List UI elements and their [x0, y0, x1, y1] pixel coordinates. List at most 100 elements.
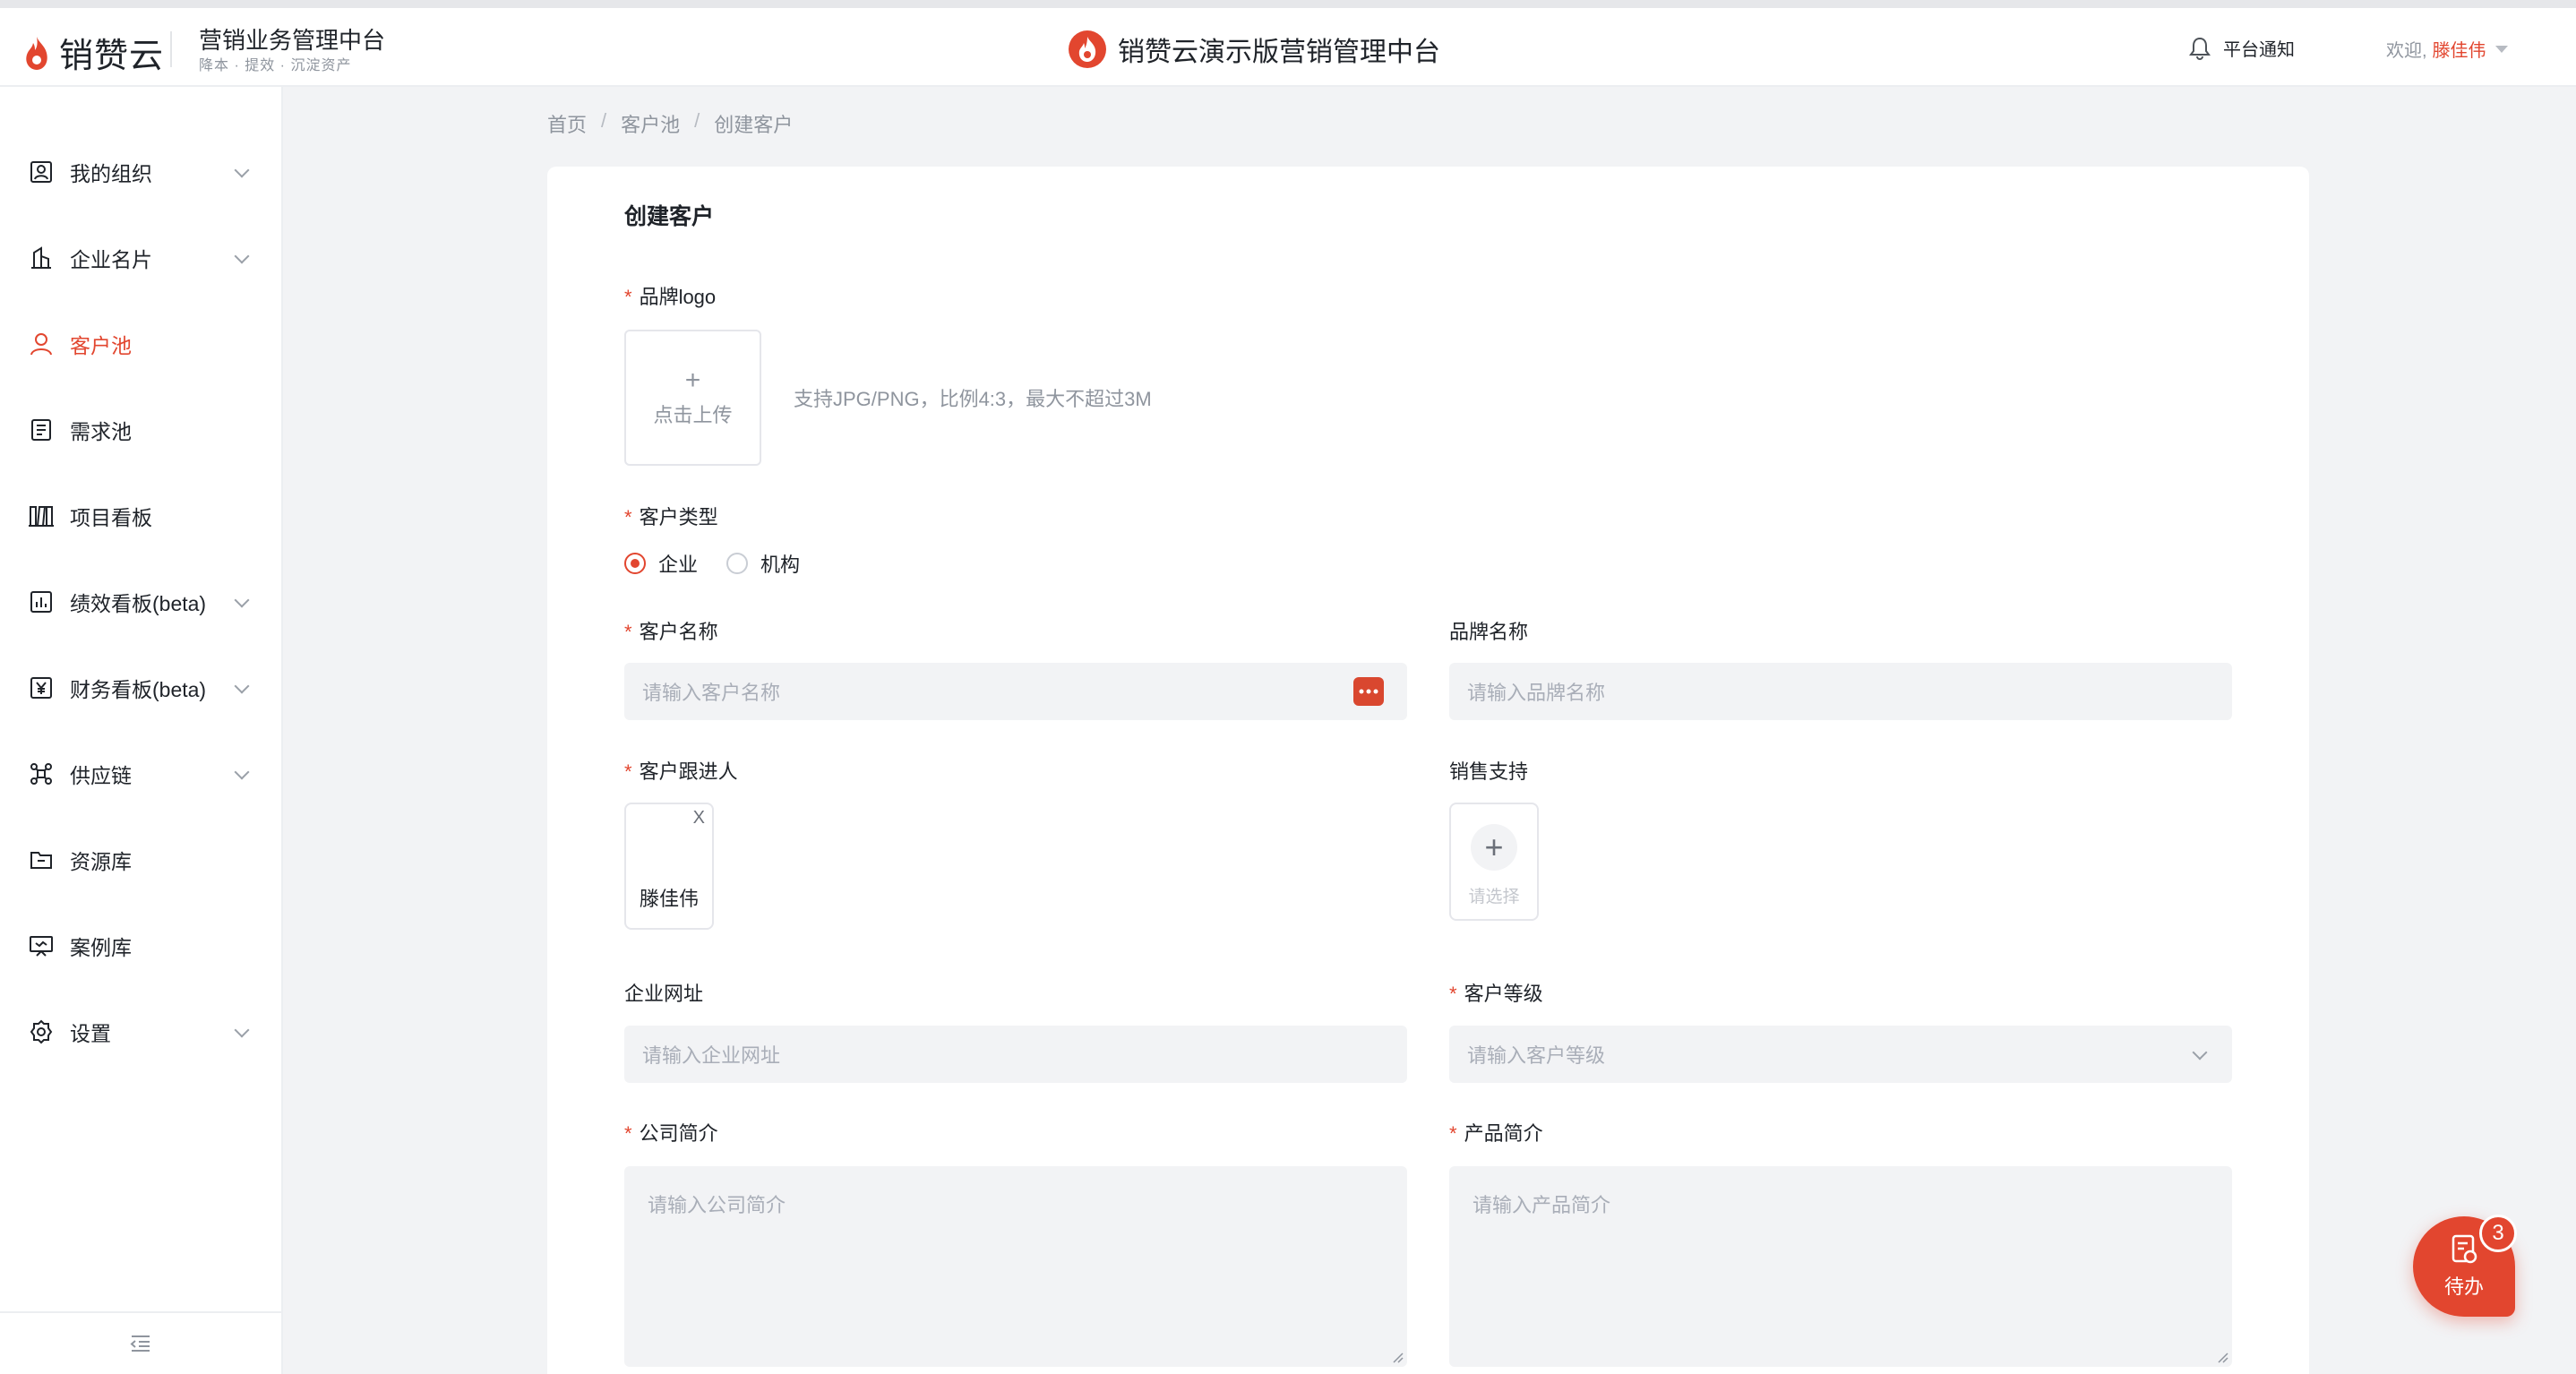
welcome-label: 欢迎,: [2386, 41, 2427, 61]
resize-handle-icon[interactable]: [1391, 1351, 1404, 1363]
required-mark: *: [624, 760, 632, 783]
upload-text: 点击上传: [653, 404, 733, 426]
required-mark: *: [624, 506, 632, 528]
sidebar-item-label: 企业名片: [70, 248, 152, 271]
brand-name-label: 品牌名称: [1449, 616, 1528, 645]
breadcrumb-customer-pool[interactable]: 客户池: [621, 109, 680, 138]
sidebar-item-label: 绩效看板(beta): [70, 592, 207, 615]
radio-institution[interactable]: 机构: [726, 549, 800, 578]
placeholder: 请输入公司简介: [648, 1194, 786, 1216]
sidebar-item-case-library[interactable]: 案例库: [0, 919, 281, 973]
radio-label: 机构: [760, 554, 801, 576]
todo-label: 待办: [2443, 1275, 2484, 1298]
label-text: 客户类型: [639, 506, 718, 528]
brand-name-input[interactable]: 请输入品牌名称: [1449, 663, 2232, 720]
radio-enterprise[interactable]: 企业: [624, 549, 698, 578]
todo-float-button[interactable]: 待办 3: [2413, 1215, 2517, 1317]
sidebar-item-label: 客户池: [70, 334, 132, 357]
sidebar-item-performance-board[interactable]: 绩效看板(beta): [0, 575, 281, 629]
website-input[interactable]: 请输入企业网址: [624, 1026, 1407, 1083]
customer-level-select[interactable]: 请输入客户等级: [1449, 1026, 2232, 1083]
building-icon: [27, 244, 56, 272]
chart-icon: [27, 588, 56, 616]
sidebar-item-customer-pool[interactable]: 客户池: [0, 317, 281, 371]
todo-icon: [2451, 1234, 2477, 1264]
flame-logo-icon: [26, 36, 47, 70]
label-text: 品牌logo: [639, 286, 717, 308]
breadcrumb-current: 创建客户: [714, 114, 794, 136]
caret-down-icon: [2494, 45, 2508, 53]
chevron-down-icon: [2192, 1044, 2208, 1061]
platform-notice-button[interactable]: 平台通知: [2189, 35, 2295, 61]
notice-label: 平台通知: [2223, 40, 2295, 60]
customer-name-input[interactable]: 请输入客户名称: [624, 663, 1407, 720]
label-text: 客户等级: [1464, 983, 1543, 1005]
required-mark: *: [624, 286, 632, 308]
presentation-icon: [27, 932, 56, 960]
required-mark: *: [1449, 983, 1457, 1005]
sidebar-item-org[interactable]: 我的组织: [0, 145, 281, 199]
system-title: 营销业务管理中台: [199, 27, 386, 54]
label-text: 公司简介: [639, 1122, 718, 1145]
sidebar-item-demand-pool[interactable]: 需求池: [0, 403, 281, 457]
plus-icon: +: [1471, 824, 1517, 871]
breadcrumb: 首页 / 客户池 / 创建客户: [547, 109, 793, 138]
radio-label: 企业: [658, 554, 699, 576]
label-text: 客户跟进人: [639, 760, 738, 783]
website-label: 企业网址: [624, 978, 703, 1007]
gear-icon: [27, 1018, 56, 1046]
collapse-icon: [130, 1335, 150, 1352]
sidebar-item-company-card[interactable]: 企业名片: [0, 231, 281, 285]
label-text: 产品简介: [1464, 1122, 1543, 1145]
chevron-down-icon: [234, 592, 250, 608]
logo-text: 销赞云: [59, 38, 165, 75]
follower-name: 滕佳伟: [639, 888, 699, 910]
sidebar-item-supply-chain[interactable]: 供应链: [0, 747, 281, 801]
sidebar-item-label: 资源库: [70, 850, 132, 873]
user-icon: [27, 330, 56, 358]
logo-upload-button[interactable]: + 点击上传: [624, 330, 761, 466]
product-intro-textarea[interactable]: 请输入产品简介: [1449, 1166, 2232, 1367]
required-mark: *: [1449, 1122, 1457, 1145]
customer-type-label: * 客户类型: [624, 502, 718, 530]
sidebar-item-label: 设置: [70, 1022, 111, 1045]
sales-support-select-button[interactable]: + 请选择: [1449, 803, 1539, 921]
user-menu[interactable]: 欢迎, 滕佳伟: [2386, 36, 2508, 62]
chevron-down-icon: [234, 1022, 250, 1038]
customer-type-radio-group: 企业 机构: [624, 549, 829, 578]
breadcrumb-home[interactable]: 首页: [547, 109, 587, 138]
sidebar-item-finance-board[interactable]: 财务看板(beta): [0, 661, 281, 715]
customer-level-label: * 客户等级: [1449, 978, 1543, 1007]
brand-logo-label: * 品牌logo: [624, 281, 716, 310]
remove-follower-button[interactable]: X: [693, 808, 705, 829]
breadcrumb-separator: /: [694, 109, 700, 132]
company-intro-label: * 公司简介: [624, 1118, 718, 1146]
placeholder: 请输入产品简介: [1473, 1194, 1611, 1216]
required-mark: *: [624, 621, 632, 643]
center-title: 销赞云演示版营销管理中台: [1068, 30, 1440, 69]
sidebar-item-settings[interactable]: 设置: [0, 1005, 281, 1059]
follower-card: X 滕佳伟: [624, 803, 714, 930]
org-icon: [27, 158, 56, 186]
breadcrumb-separator: /: [601, 109, 607, 132]
product-intro-label: * 产品简介: [1449, 1118, 1543, 1146]
sales-support-label: 销售支持: [1449, 756, 1528, 785]
label-text: 销售支持: [1449, 760, 1529, 783]
sidebar-item-project-board[interactable]: 项目看板: [0, 489, 281, 543]
resize-handle-icon[interactable]: [2216, 1351, 2228, 1363]
company-intro-textarea[interactable]: 请输入公司简介: [624, 1166, 1407, 1367]
plus-icon: +: [684, 365, 701, 395]
sidebar-item-resource-library[interactable]: 资源库: [0, 833, 281, 887]
radio-dot: [726, 553, 749, 574]
brand-logo[interactable]: 销赞云: [23, 28, 164, 77]
more-options-icon[interactable]: [1353, 677, 1384, 706]
bell-icon: [2189, 37, 2211, 60]
collapse-sidebar-button[interactable]: [0, 1311, 281, 1374]
upload-hint: 支持JPG/PNG，比例4:3，最大不超过3M: [794, 388, 1152, 410]
sidebar: 我的组织 企业名片 客户池 需求池 项目看板 绩效看板(beta) 财务看板(b…: [0, 87, 283, 1374]
customer-name-label: * 客户名称: [624, 616, 718, 645]
radio-dot: [624, 553, 646, 574]
sidebar-item-label: 需求池: [70, 420, 132, 443]
todo-count-badge: 3: [2479, 1215, 2517, 1252]
follower-label: * 客户跟进人: [624, 756, 738, 785]
